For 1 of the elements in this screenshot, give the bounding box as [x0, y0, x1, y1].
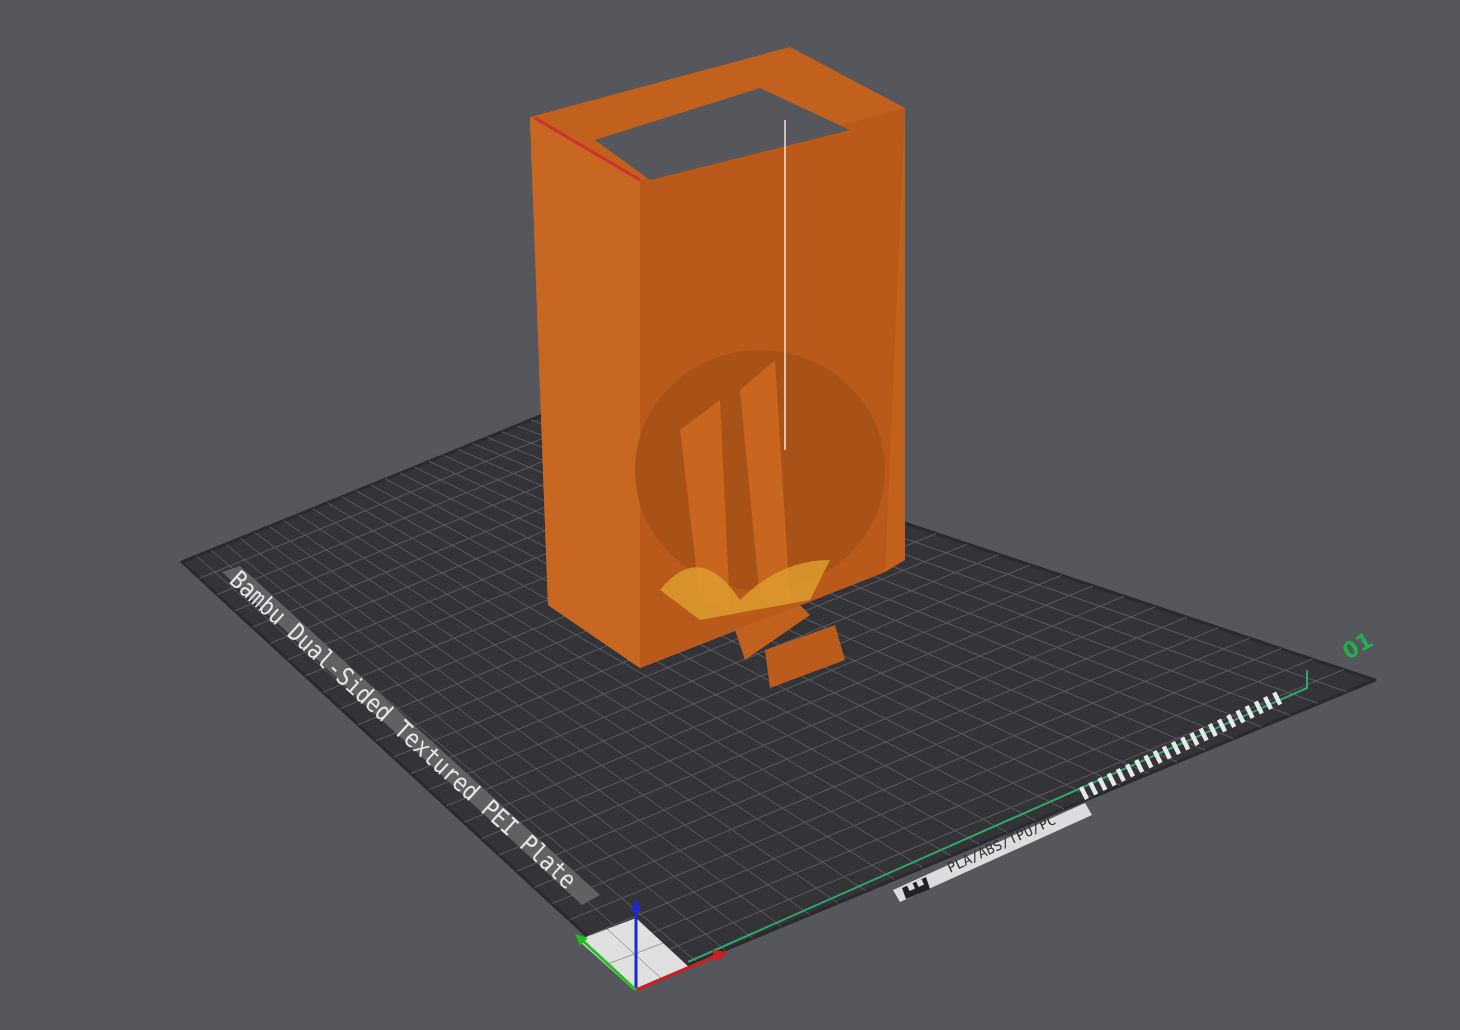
plate-number: 01 [1338, 627, 1377, 665]
